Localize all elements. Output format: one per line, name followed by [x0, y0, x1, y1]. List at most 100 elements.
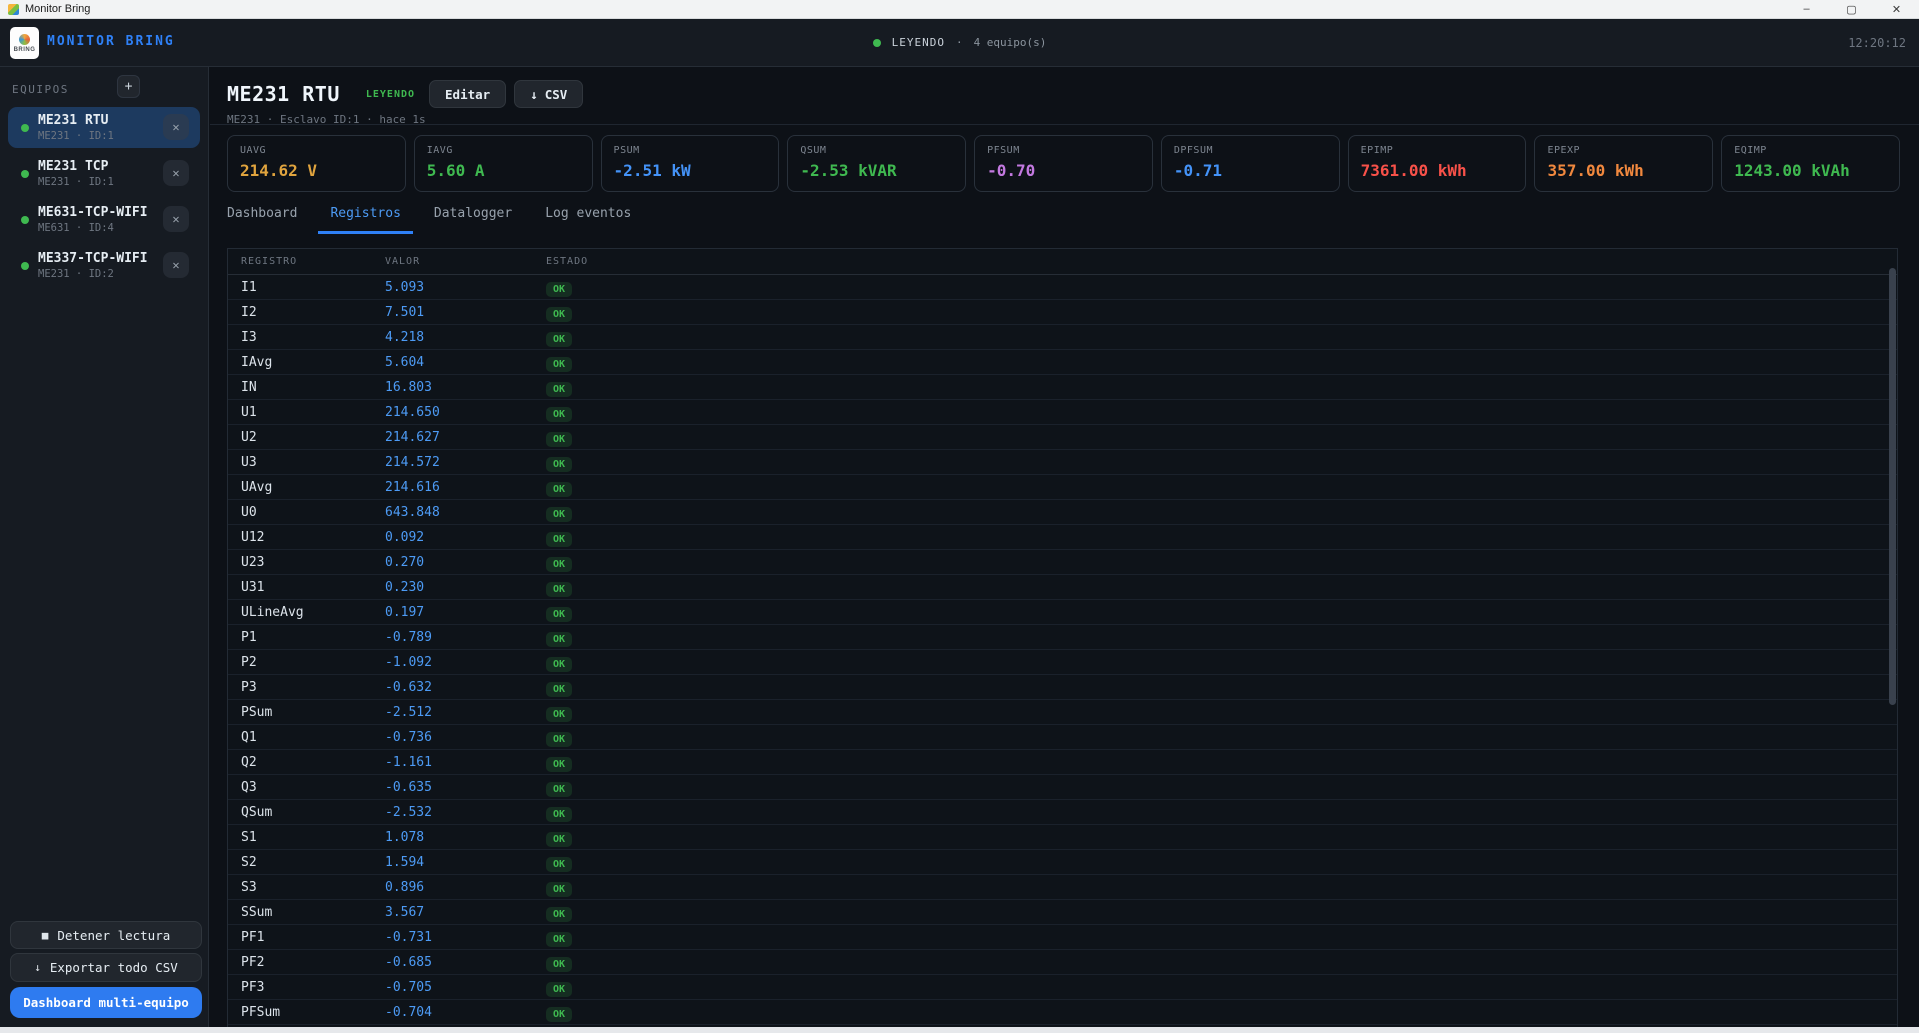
device-meta: ME631 · ID:4	[38, 222, 114, 234]
table-row[interactable]: I1 5.093 OK	[228, 275, 1897, 300]
tab[interactable]: Dashboard	[215, 195, 309, 234]
table-row[interactable]: U2 214.627 OK	[228, 425, 1897, 450]
maximize-button[interactable]: ▢	[1829, 0, 1874, 18]
register-name: PF1	[241, 929, 265, 945]
export-all-csv-button[interactable]: ↓ Exportar todo CSV	[10, 953, 202, 982]
tab[interactable]: Log eventos	[533, 195, 643, 234]
device-close-icon[interactable]: ✕	[163, 160, 189, 186]
stat-label: UAVG	[240, 145, 267, 156]
device-list-item[interactable]: ME231 RTU ME231 · ID:1 ✕	[8, 107, 200, 148]
table-row[interactable]: ULineAvg 0.197 OK	[228, 600, 1897, 625]
table-row[interactable]: U31 0.230 OK	[228, 575, 1897, 600]
csv-button-label: CSV	[544, 86, 568, 102]
table-row[interactable]: UAvg 214.616 OK	[228, 475, 1897, 500]
add-device-button[interactable]: +	[117, 75, 140, 98]
csv-button[interactable]: ↓ CSV	[514, 80, 584, 108]
device-count: 4 equipo(s)	[973, 36, 1047, 49]
close-button[interactable]: ✕	[1874, 0, 1919, 18]
device-name: ME337-TCP-WIFI	[38, 251, 148, 266]
minimize-button[interactable]: –	[1784, 0, 1829, 18]
edit-button[interactable]: Editar	[429, 80, 507, 108]
device-name: ME231 TCP	[38, 159, 109, 174]
stat-cards: UAVG 214.62 V IAVG 5.60 A PSUM -2.51 kW …	[227, 135, 1900, 192]
device-close-icon[interactable]: ✕	[163, 114, 189, 140]
status-label: LEYENDO	[891, 36, 945, 49]
device-meta: ME231 · ID:2	[38, 268, 114, 280]
table-row[interactable]: P3 -0.632 OK	[228, 675, 1897, 700]
table-row[interactable]: S1 1.078 OK	[228, 825, 1897, 850]
table-row[interactable]: S3 0.896 OK	[228, 875, 1897, 900]
register-value: -0.632	[385, 679, 432, 695]
stat-label: EQIMP	[1734, 145, 1767, 156]
device-list-item[interactable]: ME631-TCP-WIFI ME631 · ID:4 ✕	[8, 199, 200, 240]
stat-card: PFSUM -0.70	[974, 135, 1153, 192]
register-name: U31	[241, 579, 265, 595]
table-row[interactable]: U1 214.650 OK	[228, 400, 1897, 425]
table-row[interactable]: I3 4.218 OK	[228, 325, 1897, 350]
stat-label: IAVG	[426, 145, 453, 156]
device-close-icon[interactable]: ✕	[163, 252, 189, 278]
status-badge: OK	[546, 757, 573, 772]
table-row[interactable]: Q3 -0.635 OK	[228, 775, 1897, 800]
app-header: BRING MONITOR BRING LEYENDO · 4 equipo(s…	[0, 19, 1919, 67]
status-badge: OK	[546, 557, 573, 572]
table-row[interactable]: PF1 -0.731 OK	[228, 925, 1897, 950]
table-row[interactable]: PF2 -0.685 OK	[228, 950, 1897, 975]
register-value: 4.218	[385, 329, 425, 345]
register-name: Q3	[241, 779, 257, 795]
multi-device-dashboard-button[interactable]: Dashboard multi-equipo	[10, 987, 202, 1018]
register-value: 643.848	[385, 504, 440, 520]
device-list: ME231 RTU ME231 · ID:1 ✕ ME231 TCP ME231…	[8, 107, 200, 291]
table-row[interactable]: Q1 -0.736 OK	[228, 725, 1897, 750]
status-badge: OK	[546, 657, 573, 672]
tab[interactable]: Registros	[318, 195, 413, 234]
register-name: QSum	[241, 804, 273, 820]
stat-value: -0.71	[1173, 161, 1223, 180]
device-list-item[interactable]: ME337-TCP-WIFI ME231 · ID:2 ✕	[8, 245, 200, 286]
table-row[interactable]: S2 1.594 OK	[228, 850, 1897, 875]
table-row[interactable]: QSum -2.532 OK	[228, 800, 1897, 825]
table-row[interactable]: SSum 3.567 OK	[228, 900, 1897, 925]
table-row[interactable]: U12 0.092 OK	[228, 525, 1897, 550]
tab[interactable]: Datalogger	[422, 195, 524, 234]
table-row[interactable]: I2 7.501 OK	[228, 300, 1897, 325]
column-header-registro: REGISTRO	[241, 256, 298, 267]
register-value: 214.627	[385, 429, 440, 445]
status-badge: OK	[546, 882, 573, 897]
table-row[interactable]: PFSum -0.704 OK	[228, 1000, 1897, 1025]
table-row[interactable]: U23 0.270 OK	[228, 550, 1897, 575]
page-header: ME231 RTU LEYENDO Editar ↓ CSV ME231 · E…	[210, 67, 1919, 126]
register-value: -0.704	[385, 1004, 432, 1020]
register-name: I1	[241, 279, 257, 295]
stop-reading-button[interactable]: ■ Detener lectura	[10, 921, 202, 949]
equipos-section-label: EQUIPOS	[12, 83, 69, 96]
export-all-csv-label: Exportar todo CSV	[49, 960, 178, 975]
table-row[interactable]: IN 16.803 OK	[228, 375, 1897, 400]
status-badge: OK	[546, 332, 573, 347]
register-name: U2	[241, 429, 257, 445]
table-row[interactable]: U0 643.848 OK	[228, 500, 1897, 525]
device-close-icon[interactable]: ✕	[163, 206, 189, 232]
table-row[interactable]: IAvg 5.604 OK	[228, 350, 1897, 375]
register-name: U12	[241, 529, 265, 545]
stat-value: 1243.00 kVAh	[1734, 161, 1850, 180]
table-row[interactable]: U3 214.572 OK	[228, 450, 1897, 475]
register-value: -2.512	[385, 704, 432, 720]
device-list-item[interactable]: ME231 TCP ME231 · ID:1 ✕	[8, 153, 200, 194]
table-row[interactable]: Q2 -1.161 OK	[228, 750, 1897, 775]
device-online-dot-icon	[21, 123, 29, 132]
table-row[interactable]: P1 -0.789 OK	[228, 625, 1897, 650]
column-header-estado: ESTADO	[546, 256, 589, 267]
register-name: P3	[241, 679, 257, 695]
table-row[interactable]: P2 -1.092 OK	[228, 650, 1897, 675]
device-name: ME631-TCP-WIFI	[38, 205, 148, 220]
register-value: 214.616	[385, 479, 440, 495]
table-row[interactable]: PF3 -0.705 OK	[228, 975, 1897, 1000]
register-value: 16.803	[385, 379, 432, 395]
stat-value: -2.53 kVAR	[800, 161, 897, 180]
register-name: P2	[241, 654, 257, 670]
register-name: IAvg	[241, 354, 273, 370]
table-row[interactable]: PSum -2.512 OK	[228, 700, 1897, 725]
status-badge: OK	[546, 957, 573, 972]
table-scrollbar-thumb[interactable]	[1889, 268, 1896, 705]
